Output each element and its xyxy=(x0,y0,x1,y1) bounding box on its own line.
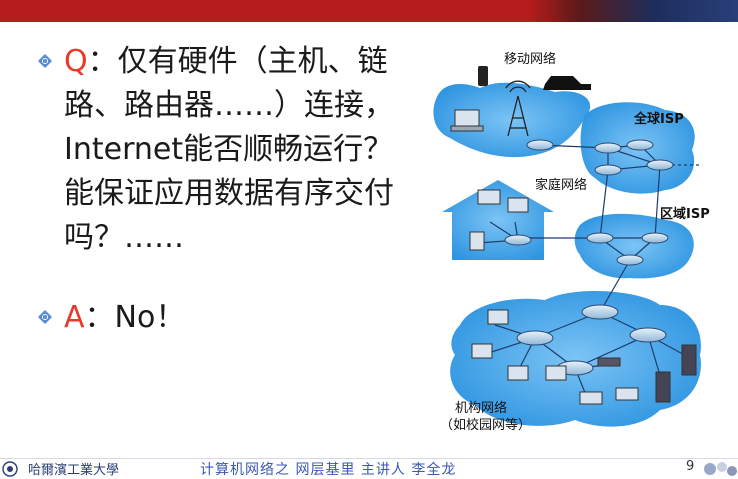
q-label: Q xyxy=(64,44,88,79)
page-number: 9 xyxy=(686,459,695,474)
laptop-icon xyxy=(450,109,484,132)
desktop-icon xyxy=(545,365,567,381)
institution-network-cloud xyxy=(450,290,701,427)
router-icon xyxy=(586,232,614,244)
answer-bullet: A：No！ xyxy=(40,296,185,340)
question-bullet: Q：仅有硬件（主机、链路、路由器……）连接，Internet能否顺畅运行？能保证… xyxy=(40,40,410,260)
cell-tower-icon xyxy=(505,80,531,137)
mobile-network-cloud xyxy=(433,82,591,158)
router-icon xyxy=(629,327,667,343)
global-isp-label: 全球ISP xyxy=(633,111,684,127)
router-icon xyxy=(581,304,619,320)
course-title: 计算机网络之 网层基里 主讲人 李全龙 xyxy=(200,462,457,478)
home-network-house xyxy=(442,180,554,260)
mobile-network-label: 移动网络 xyxy=(504,51,556,67)
routers xyxy=(504,139,674,376)
laptop-icon xyxy=(579,391,603,405)
institution-network-label: 机构网络 xyxy=(455,400,507,416)
answer-text: A：No！ xyxy=(64,296,185,340)
wireless-router-icon xyxy=(597,357,621,367)
router-icon xyxy=(516,330,554,346)
router-icon xyxy=(556,360,594,376)
server-icon xyxy=(681,344,697,376)
network-links xyxy=(477,144,700,401)
bullet-diamond-icon xyxy=(40,312,50,322)
router-icon xyxy=(626,139,654,151)
bullet-diamond-icon xyxy=(40,56,50,66)
banner-decoration xyxy=(528,0,738,22)
a-label: A xyxy=(64,300,85,335)
desktop-icon xyxy=(469,231,485,251)
regional-isp-cloud xyxy=(574,213,694,279)
router-icon xyxy=(641,232,669,244)
laptop-icon xyxy=(507,197,529,213)
home-network-label: 家庭网络 xyxy=(535,177,587,193)
university-logo-icon xyxy=(2,461,18,477)
university-name: 哈爾濱工業大學 xyxy=(28,463,120,478)
desktop-icon xyxy=(471,343,493,359)
global-isp-cloud xyxy=(580,102,695,194)
desktop-icon xyxy=(487,309,509,325)
router-icon xyxy=(504,234,532,246)
phone-icon xyxy=(478,66,488,86)
desktop-icon xyxy=(507,365,529,381)
footer-decoration-icon xyxy=(704,462,737,476)
institution-devices xyxy=(471,309,697,405)
top-banner xyxy=(0,0,738,22)
laptop-icon xyxy=(477,189,501,205)
router-icon xyxy=(526,139,554,151)
regional-isp-label: 区域ISP xyxy=(660,206,710,222)
router-icon xyxy=(646,159,674,171)
home-devices xyxy=(469,189,529,251)
router-icon xyxy=(616,254,644,266)
server-icon xyxy=(655,371,671,403)
slide-footer: 哈爾濱工業大學 计算机网络之 网层基里 主讲人 李全龙 9 xyxy=(0,458,738,478)
a-body: ：No！ xyxy=(84,300,186,335)
router-icon xyxy=(594,164,622,176)
question-block: Q：仅有硬件（主机、链路、路由器……）连接，Internet能否顺畅运行？能保证… xyxy=(40,40,410,260)
laptop-icon xyxy=(615,387,639,401)
car-icon xyxy=(543,76,591,90)
router-icon xyxy=(594,142,622,154)
question-text: Q：仅有硬件（主机、链路、路由器……）连接，Internet能否顺畅运行？能保证… xyxy=(64,40,404,260)
institution-note-label: （如校园网等） xyxy=(440,417,531,433)
q-body: ：仅有硬件（主机、链路、路由器……）连接，Internet能否顺畅运行？能保证应… xyxy=(64,44,394,255)
